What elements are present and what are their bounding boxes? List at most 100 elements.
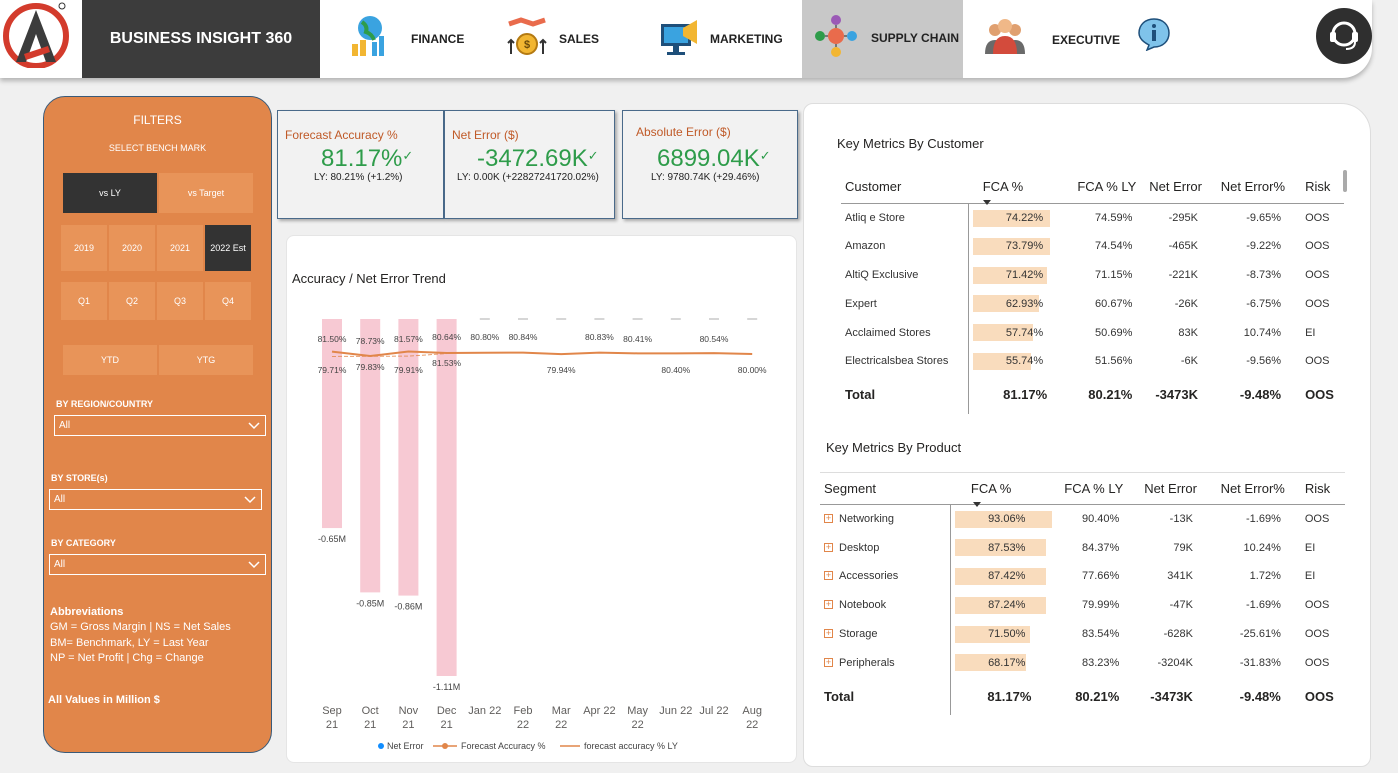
table-row[interactable]: Expert 62.93% 60.67% -26K -6.75% OOS (841, 289, 1344, 319)
cell-value: OOS (1304, 628, 1330, 641)
expand-icon[interactable]: + (824, 542, 833, 552)
region-dropdown-value: All (59, 420, 71, 431)
x-tick-label: 22 (746, 719, 758, 731)
table-row[interactable]: + Networking 93.06% 90.40% -13K -1.69% OOS (820, 504, 1345, 534)
accuracy-label: 80.00% (738, 365, 767, 375)
year-2019-button[interactable]: 2019 (61, 225, 107, 271)
column-header[interactable]: Segment (820, 473, 951, 505)
table-row[interactable]: Acclaimed Stores 57.74% 50.69% 83K 10.74% EI (841, 318, 1344, 347)
legend-accuracy-ly[interactable]: forecast accuracy % LY (584, 741, 678, 751)
quarter-q3-button[interactable]: Q3 (157, 282, 203, 320)
net-error-bar[interactable] (360, 319, 381, 593)
expand-icon[interactable]: + (824, 571, 833, 581)
nav-sales[interactable]: $ SALES (480, 0, 641, 78)
total-cell: 80.21% (1088, 387, 1133, 403)
table-row[interactable]: Atliq e Store 74.22% 74.59% -295K -9.65% OOS (841, 203, 1344, 232)
nav-finance[interactable]: FINANCE (320, 0, 480, 78)
column-header[interactable]: FCA % (969, 171, 1060, 206)
table-row[interactable]: + Storage 71.50% 83.54% -628K -25.61% OOS (820, 619, 1345, 649)
table-row[interactable]: + Desktop 87.53% 84.37% 79K 10.24% EI (820, 533, 1345, 563)
cell-value: EI (1305, 326, 1316, 339)
headset-icon[interactable] (1316, 8, 1372, 64)
net-error-bar[interactable] (322, 319, 342, 529)
cell-value: -295K (1168, 211, 1198, 224)
x-tick-label: 21 (440, 719, 452, 731)
x-tick-label: Oct (362, 705, 379, 717)
cell-value: 90.40% (1081, 513, 1120, 526)
nav-executive[interactable]: EXECUTIVE (963, 0, 1133, 78)
trend-chart[interactable]: -0.65M -0.85M -0.86M -1.11M 81.50% 78.73% 81.5… (287, 236, 798, 764)
nav-supply-chain[interactable]: SUPPLY CHAIN (802, 0, 963, 78)
kpi-value: 81.17%✓ (321, 145, 414, 172)
quarter-q1-button[interactable]: Q1 (61, 282, 107, 320)
x-tick-label: 21 (402, 719, 414, 731)
nav-marketing[interactable]: MARKETING (641, 0, 802, 78)
column-header[interactable]: Risk (1291, 171, 1344, 203)
year-2020-button[interactable]: 2020 (109, 225, 155, 271)
x-tick-label: 22 (517, 719, 529, 731)
abbreviations-title: Abbreviations (50, 606, 124, 618)
table-row[interactable]: + Accessories 87.42% 77.66% 341K 1.72% EI (820, 562, 1345, 591)
quarter-q4-button[interactable]: Q4 (205, 282, 251, 320)
ytg-button[interactable]: YTG (159, 345, 253, 375)
atliq-logo[interactable] (0, 0, 82, 78)
cell-value: OOS (1305, 211, 1330, 224)
expand-icon[interactable]: + (824, 657, 833, 667)
column-header[interactable]: Net Error% (1208, 171, 1291, 203)
legend-net-error[interactable]: Net Error (387, 741, 424, 751)
chevron-down-icon (248, 561, 260, 569)
category-dropdown[interactable]: All (49, 554, 266, 575)
benchmark-vs-ly-button[interactable]: vs LY (63, 173, 157, 213)
cell-value: EI (1304, 570, 1316, 583)
store-dropdown[interactable]: All (49, 489, 262, 510)
cell-value: -1.69% (1246, 599, 1281, 612)
total-cell: Total (845, 387, 876, 403)
region-dropdown[interactable]: All (54, 415, 266, 436)
expand-icon[interactable]: + (824, 600, 833, 610)
quarter-q2-button[interactable]: Q2 (109, 282, 155, 320)
cell-value: OOS (1305, 297, 1330, 310)
customer-metrics-table[interactable]: Customer FCA % FCA % LY Net Error Net Er… (841, 171, 1344, 414)
column-header[interactable]: Customer (841, 171, 969, 203)
info-icon[interactable] (1137, 17, 1171, 51)
benchmark-vs-target-button[interactable]: vs Target (159, 173, 253, 213)
expand-icon[interactable]: + (824, 514, 833, 524)
net-error-bar[interactable] (398, 319, 419, 596)
legend-accuracy[interactable]: Forecast Accuracy % (461, 741, 546, 751)
table-row[interactable]: AltiQ Exclusive 71.42% 71.15% -221K -8.73% OO… (841, 260, 1344, 290)
total-cell: -9.48% (1239, 688, 1281, 704)
x-tick-label: May (627, 705, 648, 717)
kpi-title: Forecast Accuracy % (285, 128, 398, 142)
table-row[interactable]: Amazon 73.79% 74.54% -465K -9.22% OOS (841, 231, 1344, 261)
year-2021-button[interactable]: 2021 (157, 225, 203, 271)
check-icon: ✓ (402, 148, 414, 163)
column-header[interactable]: Net Error (1129, 473, 1203, 505)
column-header[interactable]: Net Error% (1203, 473, 1291, 505)
table-row[interactable]: + Peripherals 68.17% 83.23% -3204K -31.83% OOS (820, 648, 1345, 678)
table-scrollbar[interactable] (1343, 170, 1347, 192)
year-2022-est-button[interactable]: 2022 Est (205, 225, 251, 271)
kpi-subtext: LY: 80.21% (+1.2%) (314, 172, 403, 183)
forecast-accuracy-line[interactable] (331, 350, 753, 358)
accuracy-label: 80.83% (585, 332, 614, 342)
cell-value: 83.23% (1081, 656, 1120, 669)
chevron-down-icon (248, 422, 260, 430)
customer-table-title: Key Metrics By Customer (837, 136, 984, 151)
table-row[interactable]: Electricalsbea Stores 55.74% 51.56% -6K -9.5… (841, 346, 1344, 376)
column-header[interactable]: Net Error (1142, 171, 1208, 203)
x-tick-label: 22 (631, 719, 643, 731)
product-metrics-table[interactable]: Segment FCA % FCA % LY Net Error Net Err… (820, 472, 1345, 716)
net-error-bar[interactable] (436, 319, 457, 676)
x-tick-label: Apr 22 (583, 705, 615, 717)
column-header[interactable]: Risk (1291, 473, 1345, 505)
column-header[interactable]: FCA % LY (1043, 473, 1129, 505)
kpi-card-absolute-error: Absolute Error ($) 6899.04K✓ LY: 9780.74… (622, 110, 798, 219)
row-label: AltiQ Exclusive (845, 268, 919, 281)
table-row[interactable]: + Notebook 87.24% 79.99% -47K -1.69% OOS (820, 590, 1345, 620)
ytd-button[interactable]: YTD (63, 345, 157, 375)
cell-value: -221K (1168, 268, 1198, 281)
net-error-label: -0.86M (394, 602, 422, 612)
column-header[interactable]: FCA % LY (1059, 171, 1142, 203)
expand-icon[interactable]: + (824, 629, 833, 639)
column-header[interactable]: FCA % (951, 473, 1044, 507)
